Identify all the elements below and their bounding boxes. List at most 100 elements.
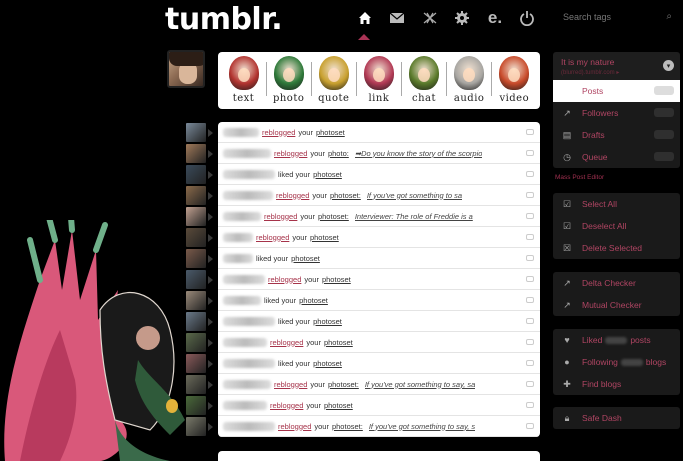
post-type-photo[interactable]: photo (268, 56, 310, 109)
sidebar-item-delete-selected[interactable]: ☒ Delete Selected (553, 237, 680, 259)
activity-quote[interactable]: If you've got something to sa (367, 191, 462, 200)
blurred-username[interactable] (223, 421, 275, 431)
blurred-username[interactable] (223, 169, 275, 179)
blurred-username[interactable] (223, 211, 261, 221)
tumblr-logo[interactable]: tumblr. (165, 2, 283, 37)
explore-icon[interactable] (419, 8, 441, 28)
activity-target-link[interactable]: photoset (324, 401, 353, 410)
sidebar-item-following[interactable]: ● Following blogs (553, 351, 680, 373)
activity-verb[interactable]: reblogged (276, 191, 309, 200)
post-type-chat[interactable]: chat (403, 56, 445, 109)
activity-quote[interactable]: If you've got something to say, sa (365, 380, 476, 389)
post-thumbnail-icon[interactable] (526, 297, 534, 303)
activity-target-link[interactable]: photoset (313, 170, 342, 179)
activity-verb[interactable]: reblogged (268, 275, 301, 284)
blog-title[interactable]: It is my nature (561, 57, 672, 67)
e-icon[interactable]: e. (484, 8, 506, 28)
blurred-username[interactable] (223, 148, 271, 158)
activity-target-link[interactable]: photoset (324, 338, 353, 347)
blurred-username[interactable] (223, 232, 253, 242)
activity-target-link[interactable]: photoset: (332, 422, 363, 431)
user-avatar[interactable] (186, 123, 213, 142)
blog-url[interactable]: (blurred).tumblr.com ▸ (561, 69, 672, 76)
post-thumbnail-icon[interactable] (526, 150, 534, 156)
activity-target-link[interactable]: photoset (313, 317, 342, 326)
home-icon[interactable] (354, 8, 376, 28)
post-thumbnail-icon[interactable] (526, 171, 534, 177)
blurred-username[interactable] (223, 295, 261, 305)
activity-target-link[interactable]: photoset (313, 359, 342, 368)
chevron-down-icon[interactable]: ▾ (663, 60, 674, 71)
blurred-username[interactable] (223, 274, 265, 284)
activity-target-link[interactable]: photo: (328, 149, 349, 158)
post-type-quote[interactable]: quote (313, 56, 355, 109)
post-thumbnail-icon[interactable] (526, 129, 534, 135)
mail-icon[interactable] (386, 8, 408, 28)
activity-target-link[interactable]: photoset (291, 254, 320, 263)
blurred-username[interactable] (223, 253, 253, 263)
blurred-username[interactable] (223, 190, 273, 200)
activity-target-link[interactable]: photoset: (330, 191, 361, 200)
post-type-audio[interactable]: audio (448, 56, 490, 109)
sidebar-item-queue[interactable]: ◷ Queue (553, 146, 680, 168)
sidebar-item-liked[interactable]: ♥ Liked posts (553, 329, 680, 351)
user-avatar[interactable] (186, 186, 213, 205)
activity-quote[interactable]: ➡Do you know the story of the scorpio (355, 149, 483, 158)
activity-target-link[interactable]: photoset (316, 128, 345, 137)
blurred-username[interactable] (223, 358, 275, 368)
post-type-video[interactable]: video (493, 56, 535, 109)
sidebar-item-select-all[interactable]: ☑ Select All (553, 193, 680, 215)
post-thumbnail-icon[interactable] (526, 423, 534, 429)
sidebar-item-deselect-all[interactable]: ☑ Deselect All (553, 215, 680, 237)
post-thumbnail-icon[interactable] (526, 213, 534, 219)
activity-target-link[interactable]: photoset (322, 275, 351, 284)
sidebar-item-delta-checker[interactable]: ↗ Delta Checker (553, 272, 680, 294)
sidebar-item-posts[interactable]: Posts (553, 80, 680, 102)
activity-verb[interactable]: reblogged (278, 422, 311, 431)
user-avatar[interactable] (186, 165, 213, 184)
activity-verb[interactable]: reblogged (274, 380, 307, 389)
safe-dash-toggle[interactable]: 🔒︎ Safe Dash (553, 407, 680, 429)
sidebar-item-mutual-checker[interactable]: ↗ Mutual Checker (553, 294, 680, 316)
blurred-username[interactable] (223, 337, 267, 347)
post-type-text[interactable]: text (223, 56, 265, 109)
post-thumbnail-icon[interactable] (526, 360, 534, 366)
activity-target-link[interactable]: photoset (310, 233, 339, 242)
sidebar-item-suffix: blogs (645, 357, 667, 367)
power-icon[interactable] (516, 8, 538, 28)
post-thumbnail-icon[interactable] (526, 255, 534, 261)
post-thumbnail-icon[interactable] (526, 402, 534, 408)
activity-verb[interactable]: reblogged (264, 212, 297, 221)
post-thumbnail-icon[interactable] (526, 234, 534, 240)
activity-verb[interactable]: reblogged (262, 128, 295, 137)
gear-icon[interactable] (451, 8, 473, 28)
search-icon[interactable]: ⌕ (666, 11, 672, 22)
post-type-link[interactable]: link (358, 56, 400, 109)
user-avatar[interactable] (186, 144, 213, 163)
blurred-username[interactable] (223, 379, 271, 389)
post-thumbnail-icon[interactable] (526, 192, 534, 198)
blurred-username[interactable] (223, 316, 275, 326)
avatar[interactable] (167, 50, 205, 88)
activity-verb[interactable]: reblogged (270, 338, 303, 347)
activity-target-link[interactable]: photoset (299, 296, 328, 305)
activity-quote[interactable]: If you've got something to say, s (369, 422, 475, 431)
activity-quote[interactable]: Interviewer: The role of Freddie is a (355, 212, 473, 221)
activity-target-link[interactable]: photoset: (328, 380, 359, 389)
search-input[interactable]: Search tags ⌕ (556, 8, 676, 28)
post-thumbnail-icon[interactable] (526, 318, 534, 324)
activity-verb[interactable]: reblogged (256, 233, 289, 242)
blurred-username[interactable] (223, 400, 267, 410)
sidebar-item-find-blogs[interactable]: ✚ Find blogs (553, 373, 680, 395)
activity-verb[interactable]: reblogged (270, 401, 303, 410)
sidebar-item-drafts[interactable]: ▤ Drafts (553, 124, 680, 146)
sidebar-item-followers[interactable]: ↗ Followers (553, 102, 680, 124)
post-thumbnail-icon[interactable] (526, 381, 534, 387)
blog-card[interactable]: It is my nature (blurred).tumblr.com ▸ ▾ (553, 52, 680, 80)
mass-post-editor-link[interactable]: Mass Post Editor (555, 174, 604, 181)
post-thumbnail-icon[interactable] (526, 339, 534, 345)
activity-target-link[interactable]: photoset: (318, 212, 349, 221)
post-thumbnail-icon[interactable] (526, 276, 534, 282)
activity-verb[interactable]: reblogged (274, 149, 307, 158)
blurred-username[interactable] (223, 127, 259, 137)
